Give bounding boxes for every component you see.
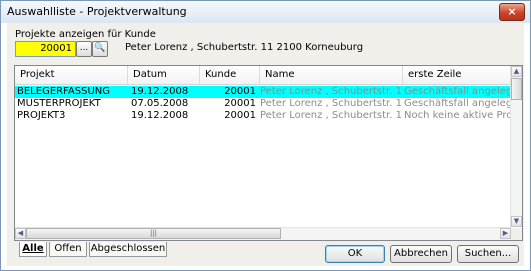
- window-title: Auswahlliste - Projektverwaltung: [7, 5, 187, 18]
- horizontal-scrollbar[interactable]: ◀ ||| ▶: [15, 227, 511, 240]
- search-button[interactable]: Suchen...: [457, 245, 519, 263]
- column-header-erste-zeile[interactable]: erste Zeile: [403, 66, 511, 84]
- scroll-up-icon[interactable]: ▲: [511, 66, 522, 77]
- cell-projekt: BELEGERFASSUNG: [17, 86, 111, 97]
- cell-datum: 19.12.2008: [131, 86, 189, 97]
- cell-datum: 07.05.2008: [131, 98, 189, 109]
- cell-kunde: 20001: [224, 86, 256, 97]
- customer-info: Peter Lorenz , Schubertstr. 11 2100 Korn…: [125, 42, 364, 53]
- cell-datum: 19.12.2008: [131, 110, 189, 121]
- table-row[interactable]: PROJEKT3 19.12.2008 20001 Peter Lorenz ,…: [15, 110, 511, 122]
- tab-abgeschlossen[interactable]: Abgeschlossen: [89, 242, 167, 257]
- vertical-scroll-thumb[interactable]: [511, 78, 522, 100]
- close-button[interactable]: ×: [499, 3, 525, 21]
- tab-alle[interactable]: Alle: [19, 242, 47, 257]
- list-header: Projekt Datum Kunde Name erste Zeile: [15, 66, 511, 85]
- table-row[interactable]: BELEGERFASSUNG 19.12.2008 20001 Peter Lo…: [15, 86, 511, 98]
- vertical-scrollbar[interactable]: ▲ ▼: [510, 66, 522, 227]
- search-icon[interactable]: 🔍: [92, 41, 108, 57]
- tab-offen[interactable]: Offen: [49, 242, 87, 257]
- project-list[interactable]: Projekt Datum Kunde Name erste Zeile BEL…: [14, 65, 523, 241]
- scrollbar-corner: [511, 228, 522, 240]
- horizontal-scroll-thumb[interactable]: |||: [26, 228, 281, 239]
- cell-projekt: PROJEKT3: [17, 110, 66, 121]
- customer-label: Projekte anzeigen für Kunde: [15, 29, 156, 40]
- dialog-window: Auswahlliste - Projektverwaltung × Proje…: [0, 0, 531, 271]
- cell-name: Peter Lorenz , Schubertstr. 11 2100: [260, 86, 402, 97]
- cell-name: Peter Lorenz , Schubertstr. 11 2100: [260, 98, 402, 109]
- column-header-name[interactable]: Name: [260, 66, 403, 84]
- dialog-body: Projekte anzeigen für Kunde 20001 ... 🔍 …: [7, 23, 524, 266]
- cell-kunde: 20001: [224, 98, 256, 109]
- customer-number-input[interactable]: 20001: [15, 41, 76, 57]
- cell-projekt: MUSTERPROJEKT: [17, 98, 101, 109]
- ok-button[interactable]: OK: [325, 245, 385, 263]
- cell-name: Peter Lorenz , Schubertstr. 11 2100: [260, 110, 402, 121]
- cancel-button[interactable]: Abbrechen: [390, 245, 452, 263]
- column-header-kunde[interactable]: Kunde: [200, 66, 260, 84]
- table-row[interactable]: MUSTERPROJEKT 07.05.2008 20001 Peter Lor…: [15, 98, 511, 110]
- column-header-projekt[interactable]: Projekt: [15, 66, 128, 84]
- scroll-right-icon[interactable]: ▶: [500, 228, 511, 239]
- cell-erste-zeile: Geschäftsfall angelegt (tm): [404, 98, 510, 109]
- title-bar[interactable]: Auswahlliste - Projektverwaltung ×: [1, 1, 530, 23]
- scroll-left-icon[interactable]: ◀: [15, 228, 26, 239]
- cell-kunde: 20001: [224, 110, 256, 121]
- scroll-down-icon[interactable]: ▼: [511, 216, 522, 227]
- cell-erste-zeile: Noch keine aktive Projektz: [404, 110, 510, 121]
- browse-button[interactable]: ...: [76, 41, 92, 57]
- cell-erste-zeile: Geschäftsfall angelegt (tm): [404, 86, 510, 97]
- column-header-datum[interactable]: Datum: [128, 66, 200, 84]
